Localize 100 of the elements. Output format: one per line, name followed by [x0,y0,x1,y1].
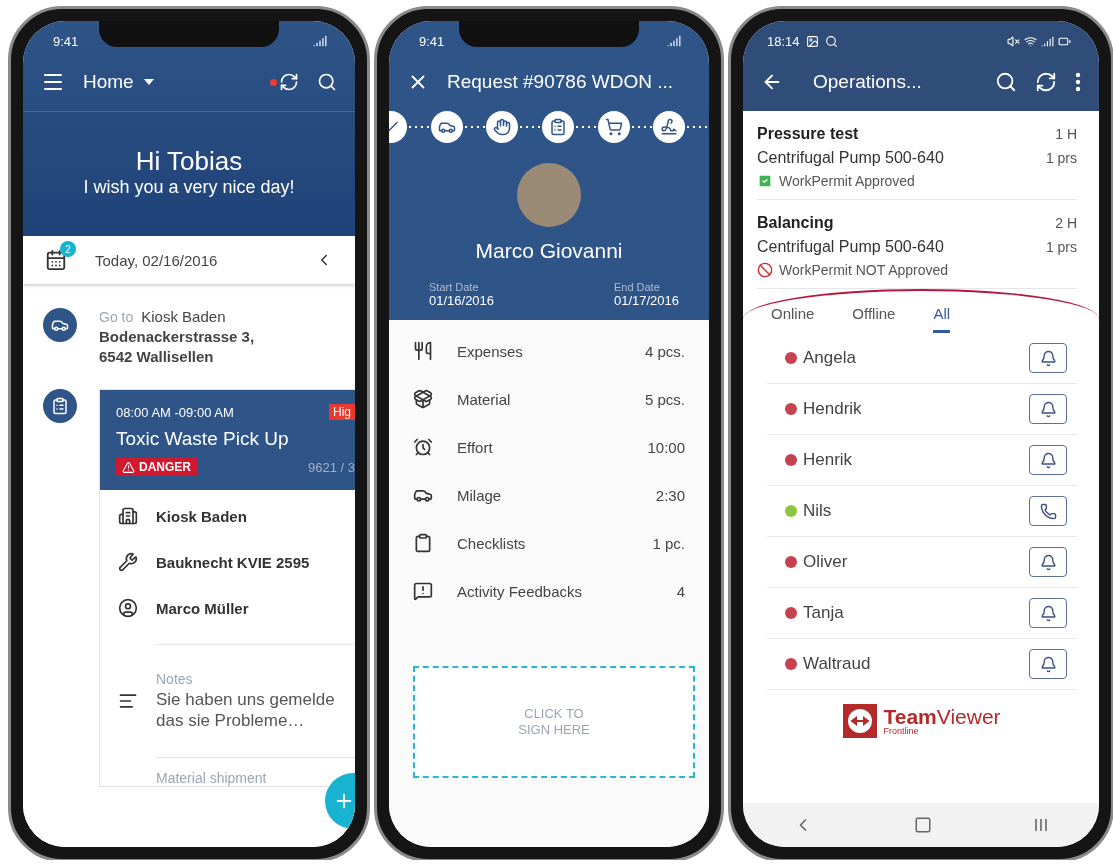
route-place: Kiosk Baden [141,308,226,325]
operation-people: 1 prs [1045,150,1077,166]
bell-icon [1039,655,1057,673]
recents-nav-icon[interactable] [1032,817,1049,833]
end-date-value: 01/17/2016 [613,293,679,308]
notes-text: Sie haben uns gemelde das sie Probleme… [156,689,335,731]
sync-button[interactable] [1035,71,1057,93]
contact-name: Tanja [803,603,845,623]
notify-button[interactable] [1029,547,1067,577]
contact-row[interactable]: Hendrik [767,384,1077,435]
filter-tab[interactable]: Online [771,305,815,333]
operation-duration: 2 H [1055,215,1077,231]
summary-label: Expenses [457,342,524,360]
operation-duration: 1 H [1055,126,1077,142]
sync-icon [1035,71,1057,93]
summary-value: 4 pcs. [644,342,685,360]
contact-row[interactable]: Oliver [767,537,1077,588]
filter-tab[interactable]: Offline [852,305,896,333]
contact-name: Hendrik [803,399,863,419]
fork-knife-icon [413,341,433,361]
alarm-clock-icon [413,437,433,457]
summary-value: 1 pc. [652,534,685,552]
shipment-label: Material shipment [156,770,268,786]
image-icon [805,34,819,48]
filter-tab[interactable]: All [933,305,951,333]
operation-equipment: Centrifugal Pump 500-640 [757,149,944,167]
phone-icon [1039,502,1057,520]
wifi-icon [1024,34,1037,48]
call-button[interactable] [1029,496,1067,526]
notify-button[interactable] [1029,445,1067,475]
warning-icon [122,460,135,474]
more-button[interactable] [1075,72,1081,92]
operation-equipment: Centrifugal Pump 500-640 [757,238,944,256]
date-label: Today, 02/16/2016 [95,251,219,269]
signal-icon [667,34,681,48]
operation-title: Balancing [757,214,834,232]
clipboard-icon [51,397,69,415]
notify-button[interactable] [1029,394,1067,424]
contact-name: Henrik [803,450,854,470]
home-dropdown[interactable]: Home [83,71,154,93]
operation-item[interactable]: Pressure test 1 H Centrifugal Pump 500-640 1 prs WorkPermit Approved [757,111,1077,200]
permit-status: WorkPermit Approved [779,173,915,189]
notify-button[interactable] [1029,598,1067,628]
step-icon[interactable] [542,111,574,143]
step-connector [574,125,598,129]
search-icon [317,72,337,92]
notify-button[interactable] [1029,649,1067,679]
start-date-label: Start Date [429,281,480,293]
operation-people: 1 prs [1045,239,1077,255]
detail-text: Bauknecht KVIE 2595 [156,553,310,571]
contact-row[interactable]: Henrik [767,435,1077,486]
priority-tag: Hig [329,404,355,420]
start-date-value: 01/16/2016 [429,293,495,308]
contact-name: Angela [803,348,857,368]
more-icon [1075,72,1081,92]
logo-icon [843,704,878,738]
bell-icon [1039,604,1057,622]
bell-icon [1039,451,1057,469]
status-time: 9:41 [53,33,79,49]
operation-item[interactable]: Balancing 2 H Centrifugal Pump 500-640 1 prs WorkPermit NOT Approved [757,200,1077,289]
search-icon [995,71,1017,93]
job-title: Toxic Waste Pick Up [116,428,290,450]
search-button[interactable] [995,71,1017,93]
job-time: 08:00 AM -09:00 AM [116,404,234,420]
route-prefix: Go to [99,309,134,325]
caret-icon [143,79,154,85]
mute-icon [1007,34,1020,48]
contact-row[interactable]: Angela [767,333,1077,384]
step-icon[interactable] [597,111,630,143]
bell-icon [1039,400,1057,418]
clipboard-icon [413,533,433,553]
wrench-icon [118,552,138,572]
sync-button[interactable] [270,72,299,92]
contact-name: Nils [803,501,833,521]
person-name: Marco Giovanni [475,239,623,263]
contact-row[interactable]: Nils [767,486,1077,537]
notify-button[interactable] [1029,343,1067,373]
bell-icon [1039,553,1057,571]
step-icon[interactable] [653,111,686,143]
building-icon [118,506,138,526]
summary-label: Material [457,390,512,408]
step-icon[interactable] [430,111,463,143]
contact-row[interactable]: Waltraud [767,639,1077,690]
step-icon[interactable] [486,111,519,143]
logo-subtitle: Frontline [883,727,920,736]
summary-label: Checklists [457,534,527,552]
sync-icon [279,72,299,92]
search-button[interactable] [317,72,337,92]
end-date-label: End Date [613,281,661,293]
screen-title: Operations... [813,71,922,93]
home-nav-icon[interactable] [914,816,932,834]
signal-icon [1041,34,1054,48]
step-connector [518,125,542,129]
greeting-subtitle: I wish you a very nice day! [83,177,295,198]
summary-label: Milage [457,486,503,504]
contact-row[interactable]: Tanja [767,588,1077,639]
person-icon [118,598,138,618]
logo-text: TeamViewer [883,706,1001,727]
detail-text: Marco Müller [156,599,249,617]
job-card[interactable]: 08:00 AM -09:00 AM Hig Toxic Waste Pick Up DANGER 9621 / 3 Kiosk Baden Bauknecht KVIE 2595 Marco Müller Notes Sie haben uns gemelde das sie Probleme… Material shipment [99,389,355,787]
